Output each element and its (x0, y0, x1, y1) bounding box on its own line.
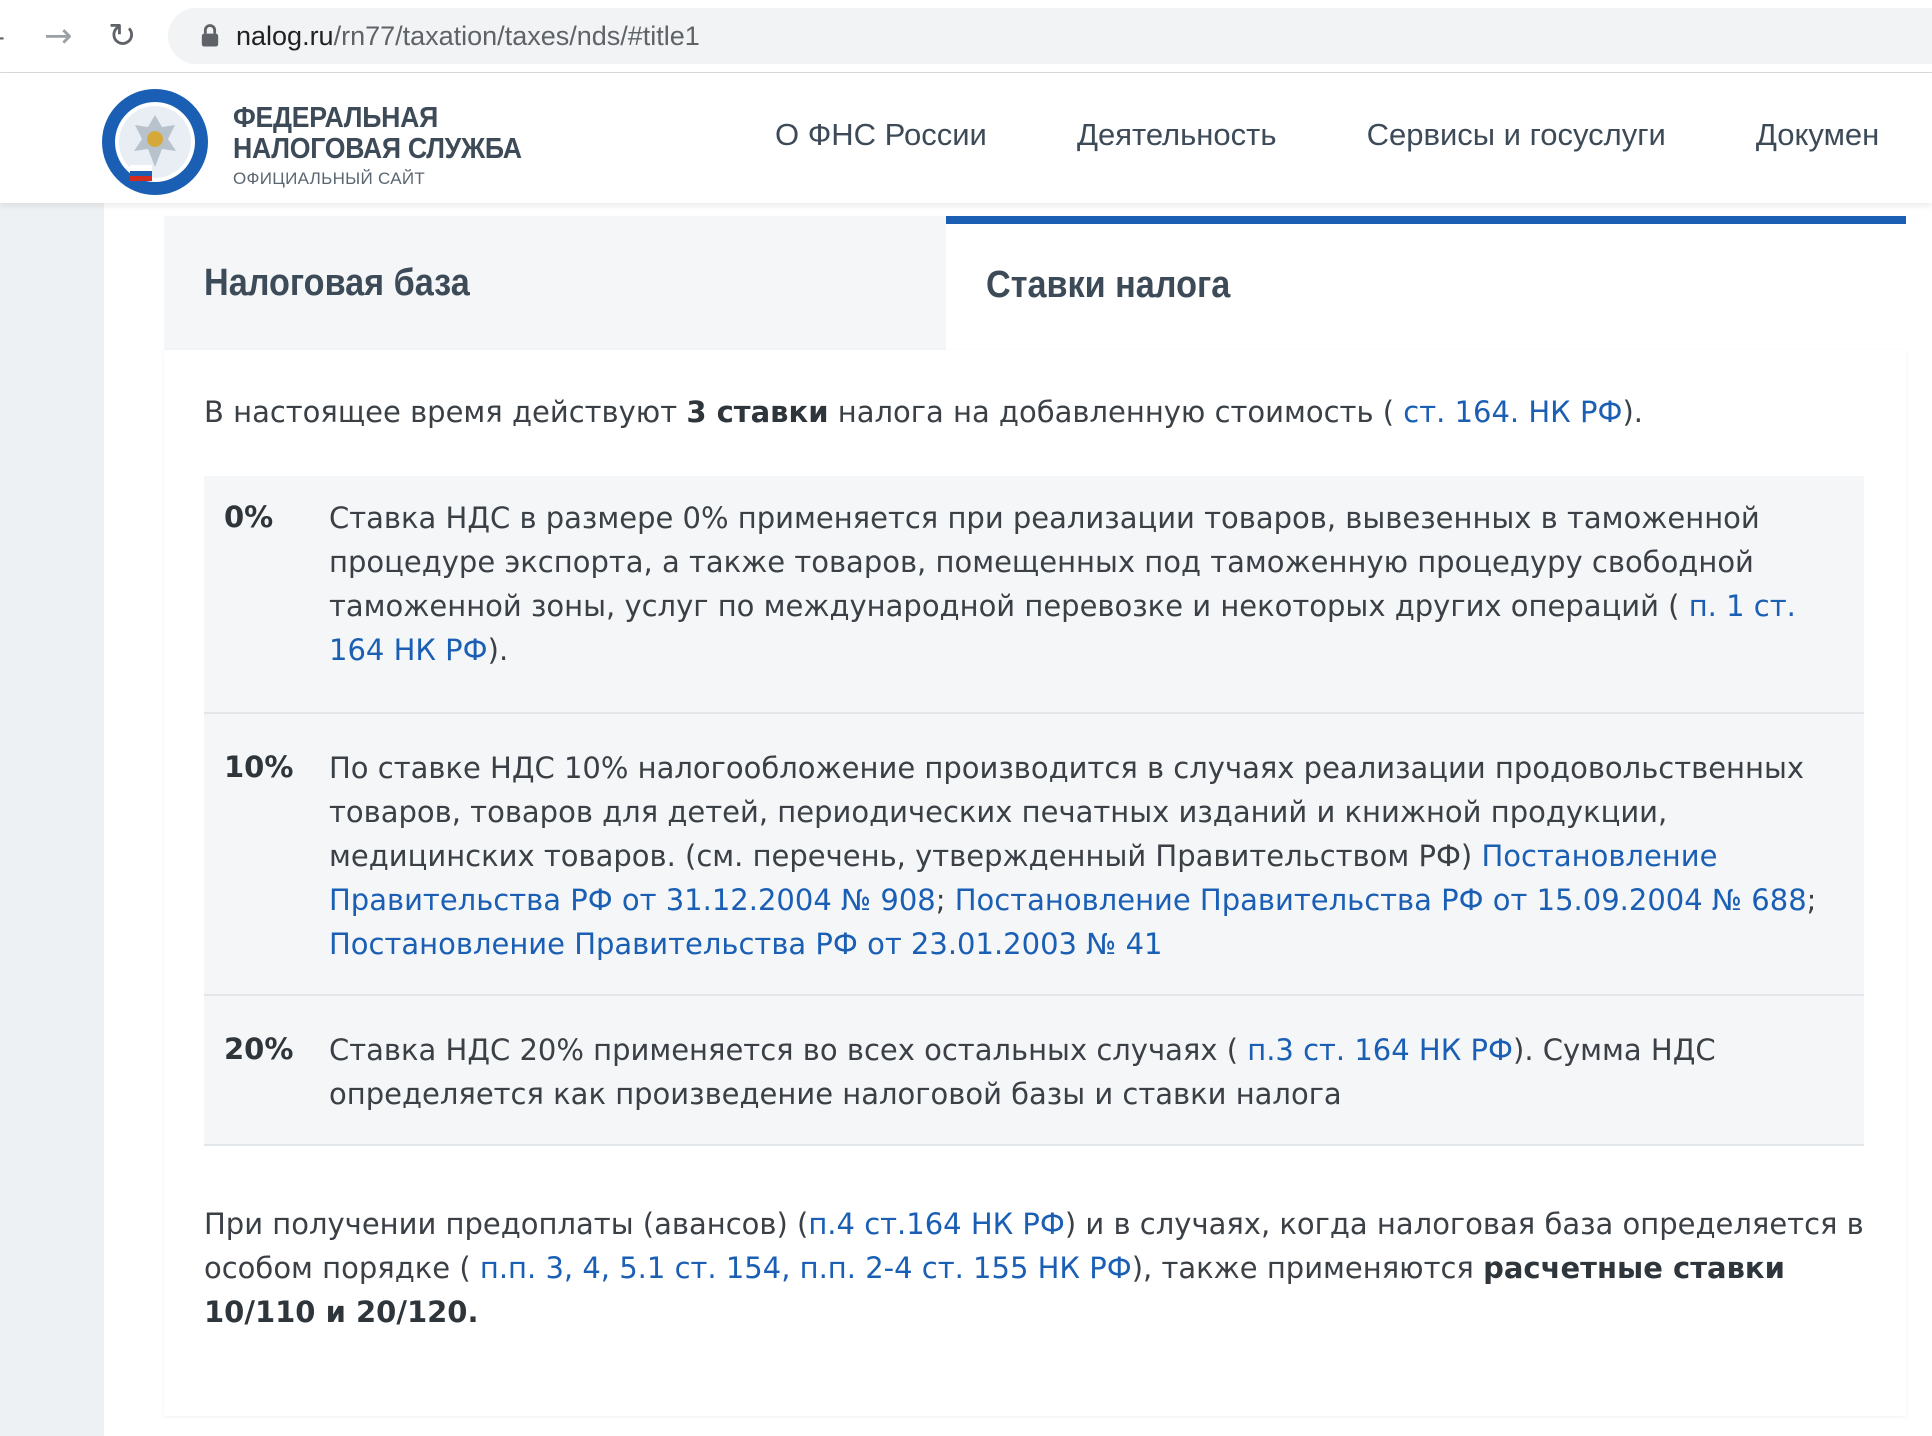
tab-tax-base-label: Налоговая база (204, 262, 470, 304)
rate-percent: 20% (224, 1032, 294, 1066)
link-st154-st155[interactable]: п.п. 3, 4, 5.1 ст. 154, п.п. 2-4 ст. 155… (480, 1251, 1132, 1285)
rate-row-20: 20% Ставка НДС 20% применяется во всех о… (204, 996, 1864, 1146)
brand-subtitle: ОФИЦИАЛЬНЫЙ САЙТ (233, 169, 426, 188)
rate-20-text: Ставка НДС 20% применяется во всех остал… (329, 1033, 1248, 1067)
reload-icon[interactable]: ↻ (108, 16, 137, 56)
address-bar[interactable]: nalog.ru/rn77/taxation/taxes/nds/#title1 (168, 8, 1932, 64)
separator: ; (935, 883, 955, 917)
rate-description: Ставка НДС 20% применяется во всех остал… (329, 1028, 1849, 1116)
nav-item-about[interactable]: О ФНС России (775, 117, 987, 153)
link-postanovlenie-41[interactable]: Постановление Правительства РФ от 23.01.… (329, 927, 1162, 961)
nav-item-activity[interactable]: Деятельность (1077, 117, 1277, 153)
fns-emblem-logo[interactable] (100, 87, 210, 197)
link-st-164[interactable]: ст. 164. НК РФ (1403, 395, 1622, 429)
intro-bold: 3 ставки (686, 395, 829, 429)
intro-text-1: В настоящее время действуют (204, 395, 687, 429)
link-p4-st164[interactable]: п.4 ст.164 НК РФ (808, 1207, 1065, 1241)
advance-payment-paragraph: При получении предоплаты (авансов) (п.4 … (204, 1202, 1864, 1334)
url-text[interactable]: nalog.ru/rn77/taxation/taxes/nds/#title1 (236, 21, 700, 52)
url-host: nalog.ru (236, 21, 334, 51)
back-arrow-icon[interactable]: – (0, 20, 5, 55)
link-postanovlenie-688[interactable]: Постановление Правительства РФ от 15.09.… (955, 883, 1807, 917)
link-p3-st164[interactable]: п.3 ст. 164 НК РФ (1247, 1033, 1513, 1067)
forward-arrow-icon[interactable]: → (44, 16, 73, 56)
intro-paragraph: В настоящее время действуют 3 ставки нал… (204, 392, 1643, 432)
browser-toolbar: – → ↻ nalog.ru/rn77/taxation/taxes/nds/#… (0, 0, 1932, 73)
rate-percent: 10% (224, 750, 294, 784)
main-nav: О ФНС России Деятельность Сервисы и госу… (775, 117, 1932, 153)
intro-text-2: налога на добавленную стоимость ( (828, 395, 1404, 429)
tab-tax-rates-label: Ставки налога (986, 264, 1231, 306)
footer-text-3: ), также применяются (1131, 1251, 1484, 1285)
rate-percent: 0% (224, 500, 274, 534)
rate-row-0: 0% Ставка НДС в размере 0% применяется п… (204, 476, 1864, 714)
brand-line-2: НАЛОГОВАЯ СЛУЖБА (233, 133, 522, 165)
brand-line-1: ФЕДЕРАЛЬНАЯ (233, 102, 438, 134)
rate-description: По ставке НДС 10% налогообложение произв… (329, 746, 1849, 966)
lock-icon (201, 24, 219, 47)
rate-description: Ставка НДС в размере 0% применяется при … (329, 496, 1849, 672)
separator: ; (1806, 883, 1817, 917)
url-path: /rn77/taxation/taxes/nds/#title1 (333, 21, 700, 51)
rate-0-end: ). (487, 633, 509, 667)
tab-tax-rates[interactable]: Ставки налога (946, 216, 1906, 350)
rate-0-text: Ставка НДС в размере 0% применяется при … (329, 501, 1760, 623)
site-header: ФЕДЕРАЛЬНАЯ НАЛОГОВАЯ СЛУЖБА ОФИЦИАЛЬНЫЙ… (0, 73, 1932, 203)
nav-item-documents[interactable]: Докумен (1756, 117, 1879, 153)
footer-text-1: При получении предоплаты (авансов) ( (204, 1207, 809, 1241)
tab-tax-base[interactable]: Налоговая база (164, 216, 946, 350)
rate-row-10: 10% По ставке НДС 10% налогообложение пр… (204, 714, 1864, 996)
tax-rates-panel: В настоящее время действуют 3 ставки нал… (164, 350, 1906, 1416)
brand-text[interactable]: ФЕДЕРАЛЬНАЯ НАЛОГОВАЯ СЛУЖБА ОФИЦИАЛЬНЫЙ… (233, 103, 547, 189)
intro-text-3: ). (1622, 395, 1643, 429)
nav-item-services[interactable]: Сервисы и госуслуги (1367, 117, 1666, 153)
left-margin (0, 203, 104, 1436)
